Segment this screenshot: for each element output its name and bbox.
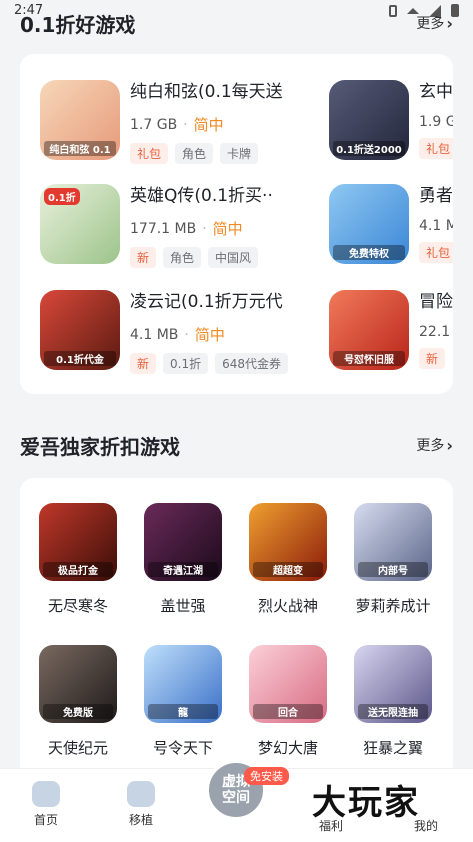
game-size: 177.1 MB — [130, 220, 197, 237]
game-name: 英雄Q传(0.1折买·· — [130, 186, 273, 206]
bottom-navigation: 首页 移植 虚拟空间 免安装 福利 我的 大玩家 — [0, 759, 473, 842]
game-name: 盖世强 — [160, 597, 206, 615]
nav-home[interactable]: 首页 — [16, 781, 76, 828]
game-language: 简中 — [194, 326, 225, 344]
game-item[interactable]: 0.1折 英雄Q传(0.1折买·· 177.1 MB · 简中 新 角色 中国风 — [40, 184, 340, 270]
game-name: 天使纪元 — [47, 739, 108, 757]
section-header-exclusive: 爱吾独家折扣游戏 更多 › — [20, 430, 453, 460]
game-icon: 0.1折代金 — [40, 290, 120, 370]
grid-game-item[interactable]: 回合 梦幻大唐 — [243, 645, 333, 758]
game-icon: 回合 — [249, 645, 327, 723]
game-size: 1.9 GE — [419, 114, 453, 130]
install-free-badge: 免安装 — [244, 767, 289, 785]
tag: 新 — [130, 247, 157, 268]
watermark-logo: 大玩家 — [312, 783, 420, 823]
tag: 角色 — [163, 247, 202, 268]
game-name: 勇者 — [419, 186, 453, 206]
game-icon: 0.1折送2000 — [329, 80, 409, 160]
game-icon: 免费版 — [39, 645, 117, 723]
game-item[interactable]: 号怼怀旧服 冒险 22.1 M 新 — [329, 290, 453, 376]
tag: 角色 — [175, 143, 214, 164]
chevron-right-icon: › — [446, 435, 453, 455]
game-icon: 龍 — [144, 645, 222, 723]
game-icon: 号怼怀旧服 — [329, 290, 409, 370]
section-title: 爱吾独家折扣游戏 — [20, 434, 180, 459]
game-name: 无尽寒冬 — [47, 597, 108, 615]
game-name: 梦幻大唐 — [257, 739, 318, 757]
chevron-right-icon: › — [446, 13, 453, 33]
game-icon: 超超变 — [249, 503, 327, 581]
game-name: 冒险 — [419, 292, 453, 312]
game-name: 号令天下 — [152, 739, 213, 757]
game-name: 纯白和弦(0.1每天送 — [130, 82, 283, 102]
more-link[interactable]: 更多 › — [416, 435, 453, 455]
game-size: 4.1 M — [419, 218, 453, 234]
game-icon: 极品打金 — [39, 503, 117, 581]
game-icon: 0.1折 — [40, 184, 120, 264]
game-name: 狂暴之翼 — [362, 739, 423, 757]
exclusive-games-card: 极品打金 无尽寒冬 奇遇江湖 盖世强 超超变 烈火战神 内部号 萝莉养成计 免费… — [20, 478, 453, 778]
more-link[interactable]: 更多 › — [416, 13, 453, 33]
grid-game-item[interactable]: 超超变 烈火战神 — [243, 503, 333, 616]
game-item[interactable]: 0.1折代金 凌云记(0.1折万元代 4.1 MB · 简中 新 0.1折 648代… — [40, 290, 340, 376]
tag: 新 — [130, 353, 157, 374]
game-item[interactable]: 免费特权 勇者 4.1 M 礼包 — [329, 184, 453, 270]
game-name: 玄中 — [419, 82, 453, 102]
tag: 卡牌 — [220, 143, 259, 164]
game-size: 4.1 MB — [130, 326, 179, 343]
game-icon: 纯白和弦 0.1 — [40, 80, 120, 160]
tag: 0.1折 — [163, 353, 209, 374]
game-name: 萝莉养成计 — [355, 597, 431, 615]
game-name: 烈火战神 — [257, 597, 318, 615]
gamepad-icon — [127, 781, 155, 807]
nav-transplant[interactable]: 移植 — [111, 781, 171, 828]
grid-game-item[interactable]: 免费版 天使纪元 — [33, 645, 123, 758]
game-icon: 送无限连抽 — [354, 645, 432, 723]
game-size: 1.7 GB — [130, 116, 178, 133]
tag: 新 — [419, 348, 446, 369]
grid-game-item[interactable]: 奇遇江湖 盖世强 — [138, 503, 228, 616]
tag: 礼包 — [419, 242, 453, 263]
grid-game-item[interactable]: 极品打金 无尽寒冬 — [33, 503, 123, 616]
game-icon: 内部号 — [354, 503, 432, 581]
grid-game-item[interactable]: 内部号 萝莉养成计 — [348, 503, 438, 616]
section-title: 0.1折好游戏 — [20, 12, 136, 37]
discount-games-card: 纯白和弦 0.1 纯白和弦(0.1每天送 1.7 GB · 简中 礼包 角色 卡牌 … — [20, 54, 453, 394]
game-item[interactable]: 纯白和弦 0.1 纯白和弦(0.1每天送 1.7 GB · 简中 礼包 角色 卡牌 — [40, 80, 340, 166]
game-language: 简中 — [193, 116, 224, 134]
game-item[interactable]: 0.1折送2000 玄中 1.9 GE 礼包 — [329, 80, 453, 166]
section-header-discount: 0.1折好游戏 更多 › — [20, 8, 453, 38]
game-icon: 免费特权 — [329, 184, 409, 264]
tag: 648代金券 — [215, 353, 289, 374]
game-name: 凌云记(0.1折万元代 — [130, 292, 283, 312]
game-icon: 奇遇江湖 — [144, 503, 222, 581]
tag: 礼包 — [130, 143, 169, 164]
game-size: 22.1 M — [419, 324, 453, 340]
tag: 礼包 — [419, 138, 453, 159]
game-language: 简中 — [212, 220, 243, 238]
grid-game-item[interactable]: 龍 号令天下 — [138, 645, 228, 758]
tag: 中国风 — [208, 247, 259, 268]
grid-game-item[interactable]: 送无限连抽 狂暴之翼 — [348, 645, 438, 758]
home-icon — [32, 781, 60, 807]
